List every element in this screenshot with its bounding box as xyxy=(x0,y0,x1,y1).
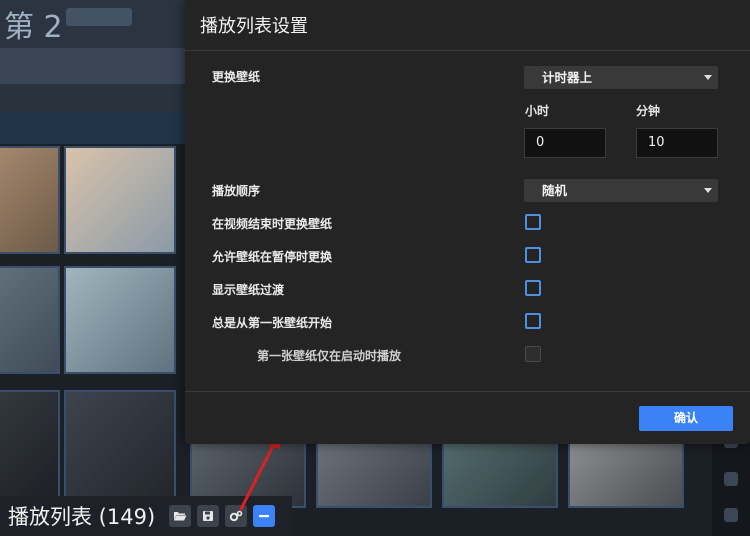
chevron-down-icon xyxy=(704,188,712,193)
playlist-settings-button[interactable] xyxy=(225,505,248,527)
change-on-video-end-checkbox[interactable] xyxy=(525,214,541,230)
playlist-title: 播放列表 (149) xyxy=(8,505,156,529)
sub-option-label: 第一张壁纸仅在启动时播放 xyxy=(257,349,402,363)
play-order-select[interactable]: 随机 xyxy=(524,179,718,202)
chevron-down-icon xyxy=(704,75,712,80)
minus-icon xyxy=(258,510,270,522)
always-start-first-checkbox[interactable] xyxy=(525,313,541,329)
option-label: 在视频结束时更换壁纸 xyxy=(212,217,333,231)
change-wallpaper-label: 更换壁纸 xyxy=(212,70,261,84)
minutes-input[interactable]: 10 xyxy=(636,128,718,158)
hours-input[interactable]: 0 xyxy=(524,128,606,158)
rail-icon xyxy=(724,508,738,522)
dialog-footer-divider xyxy=(185,391,750,392)
first-only-at-startup-checkbox[interactable] xyxy=(525,346,541,362)
confirm-button[interactable]: 确认 xyxy=(639,406,733,431)
save-playlist-button[interactable] xyxy=(197,505,220,527)
wallpaper-thumb xyxy=(64,146,176,254)
open-playlist-button[interactable] xyxy=(169,505,192,527)
hours-label: 小时 xyxy=(525,104,550,118)
wallpaper-thumb xyxy=(316,436,432,508)
minutes-label: 分钟 xyxy=(636,104,661,118)
background-chip xyxy=(66,8,132,26)
change-wallpaper-select[interactable]: 计时器上 xyxy=(524,66,718,89)
wallpaper-thumb xyxy=(568,436,684,508)
option-label: 允许壁纸在暂停时更换 xyxy=(212,250,333,264)
dialog-title: 播放列表设置 xyxy=(200,16,308,37)
dialog-header-divider xyxy=(185,50,750,51)
playlist-settings-dialog: 播放列表设置 更换壁纸 计时器上 小时 分钟 0 10 播放顺序 随机 在视频结… xyxy=(185,0,750,444)
folder-open-icon xyxy=(173,510,187,522)
remove-playlist-button[interactable] xyxy=(253,505,276,527)
play-order-selected: 随机 xyxy=(542,183,568,198)
wallpaper-thumb xyxy=(0,146,60,254)
background-title: 第 2 xyxy=(4,10,63,45)
wallpaper-thumb xyxy=(64,390,176,498)
wallpaper-thumb xyxy=(0,390,60,498)
allow-change-when-paused-checkbox[interactable] xyxy=(525,247,541,263)
show-transition-checkbox[interactable] xyxy=(525,280,541,296)
playlist-bar: 播放列表 (149) xyxy=(0,496,292,536)
option-label: 显示壁纸过渡 xyxy=(212,283,285,297)
save-icon xyxy=(202,510,214,522)
settings-cogs-icon xyxy=(229,510,243,522)
rail-icon xyxy=(724,472,738,486)
wallpaper-thumb xyxy=(442,436,558,508)
change-wallpaper-selected: 计时器上 xyxy=(542,70,593,85)
option-label: 总是从第一张壁纸开始 xyxy=(212,316,333,330)
wallpaper-thumb xyxy=(64,266,176,374)
wallpaper-thumb xyxy=(0,266,60,374)
play-order-label: 播放顺序 xyxy=(212,184,261,198)
